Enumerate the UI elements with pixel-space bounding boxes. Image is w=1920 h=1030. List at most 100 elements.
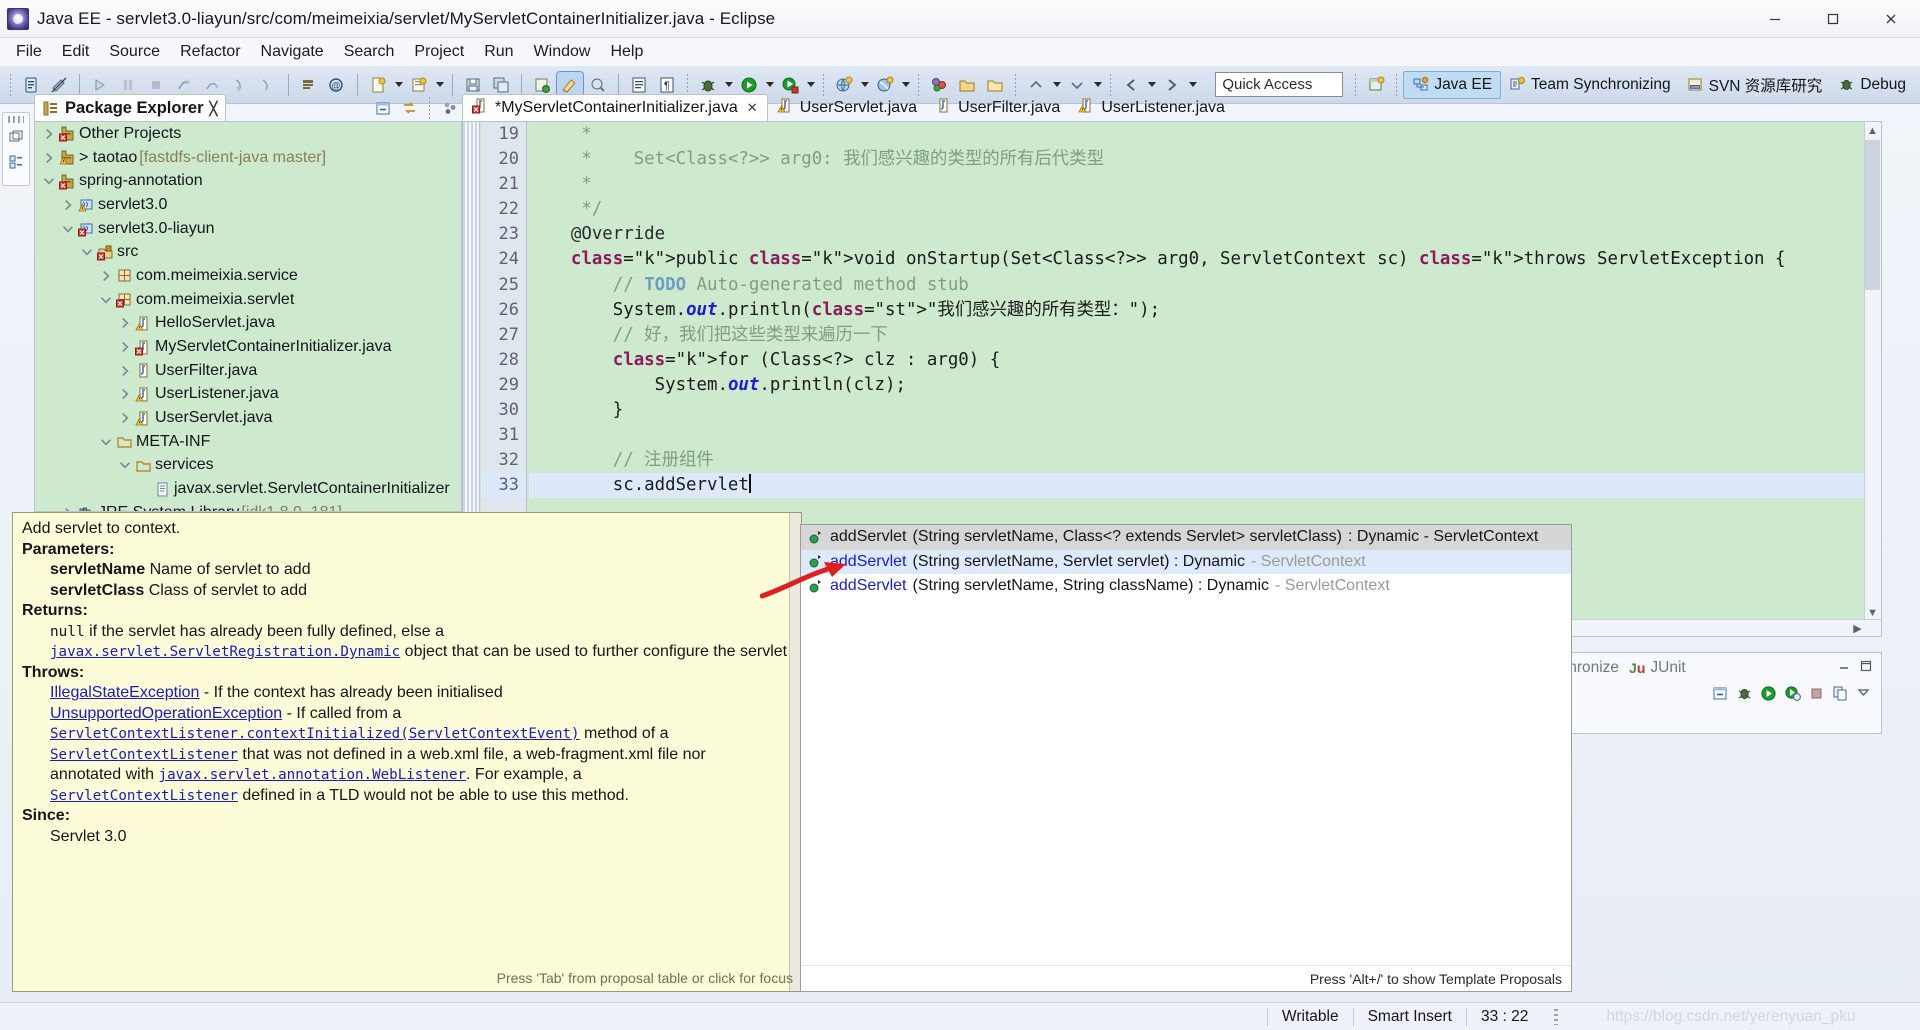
code-line[interactable]: @Override — [529, 222, 1881, 247]
copy-icon[interactable] — [1832, 685, 1849, 707]
javadoc-throws-body-link-1[interactable]: ServletContextListener.contextInitialize… — [50, 726, 580, 742]
chevron-right-icon[interactable] — [117, 410, 133, 426]
code-line[interactable]: // 好，我们把这些类型来遍历一下 — [529, 323, 1881, 348]
content-assist-popup[interactable]: addServlet (String servletName, Class<? e… — [800, 524, 1572, 992]
code-line[interactable]: } — [529, 398, 1881, 423]
chevron-right-icon[interactable] — [41, 126, 57, 142]
chevron-down-icon[interactable] — [41, 173, 57, 189]
restore-view-icon[interactable] — [8, 129, 24, 150]
menu-help[interactable]: Help — [600, 40, 653, 64]
minimize-button[interactable] — [1746, 0, 1804, 38]
chevron-down-icon[interactable] — [117, 457, 133, 473]
tree-item-other-projects[interactable]: Other Projects — [35, 122, 461, 146]
menu-search[interactable]: Search — [334, 40, 405, 64]
tree-item--taotao[interactable]: > taotao [fastdfs-client-java master] — [35, 146, 461, 170]
menu-refactor[interactable]: Refactor — [170, 40, 250, 64]
chevron-right-icon[interactable] — [117, 386, 133, 402]
chevron-down-icon[interactable] — [79, 244, 95, 260]
tree-item-spring-annotation[interactable]: spring-annotation — [35, 169, 461, 193]
chevron-right-icon[interactable] — [117, 363, 133, 379]
chevron-down-icon[interactable] — [98, 434, 114, 450]
tree-item-services[interactable]: services — [35, 454, 461, 478]
close-button[interactable] — [1862, 0, 1920, 38]
editor-vertical-scroll-thumb[interactable] — [1865, 140, 1880, 290]
javadoc-throws-body-link-3[interactable]: javax.servlet.annotation.WebListener — [159, 767, 467, 783]
menu-edit[interactable]: Edit — [52, 40, 100, 64]
tree-item-userservlet.java[interactable]: UserServlet.java — [35, 406, 461, 430]
status-drag-handle[interactable] — [1554, 1008, 1559, 1025]
javadoc-hover-panel[interactable]: Add servlet to context. Parameters: serv… — [12, 512, 802, 992]
code-line[interactable]: class="k">for (Class<?> clz : arg0) { — [529, 348, 1881, 373]
code-line[interactable]: * Set<Class<?>> arg0: 我们感兴趣的类型的所有后代类型 — [529, 147, 1881, 172]
chevron-down-icon[interactable] — [98, 292, 114, 308]
javadoc-throws-body-link-2[interactable]: ServletContextListener — [50, 747, 238, 763]
content-assist-item[interactable]: addServlet (String servletName, Class<? e… — [801, 525, 1571, 550]
close-tab-icon[interactable]: ✕ — [747, 100, 758, 116]
chevron-right-icon[interactable] — [41, 150, 57, 166]
tree-item-servlet3.0-liayun[interactable]: servlet3.0-liayun — [35, 217, 461, 241]
menu-source[interactable]: Source — [99, 40, 170, 64]
chevron-right-icon[interactable] — [60, 505, 76, 511]
editor-tab-userfilter.java[interactable]: UserFilter.java — [926, 94, 1069, 122]
editor-tab-userlistener.java[interactable]: UserListener.java — [1069, 94, 1234, 122]
tree-item-src[interactable]: src — [35, 240, 461, 264]
link-with-editor-icon[interactable] — [397, 97, 421, 119]
tree-item-helloservlet.java[interactable]: HelloServlet.java — [35, 312, 461, 336]
code-line[interactable]: class="k">public class="k">void onStartu… — [529, 247, 1881, 272]
menu-file[interactable]: File — [6, 40, 52, 64]
menu-run[interactable]: Run — [474, 40, 523, 64]
rail-drag-handle[interactable] — [8, 116, 24, 123]
tree-item-com.meimeixia.service[interactable]: com.meimeixia.service — [35, 264, 461, 288]
content-assist-item[interactable]: addServlet (String servletName, String cl… — [801, 574, 1571, 599]
tree-item-meta-inf[interactable]: META-INF — [35, 430, 461, 454]
view-menu-icon[interactable] — [438, 97, 462, 119]
collapse-all-icon[interactable] — [371, 97, 395, 119]
view-menu-icon[interactable] — [1856, 685, 1871, 707]
tree-item-userfilter.java[interactable]: UserFilter.java — [35, 359, 461, 383]
scroll-right-button[interactable]: ▶ — [1850, 621, 1865, 636]
scroll-down-button[interactable]: ▼ — [1865, 605, 1880, 620]
debug-icon[interactable] — [1736, 685, 1753, 707]
javadoc-throws-body-link-4[interactable]: ServletContextListener — [50, 788, 238, 804]
code-line[interactable]: // TODO Auto-generated method stub — [529, 273, 1881, 298]
maximize-button[interactable] — [1804, 0, 1862, 38]
javadoc-throws-link[interactable]: UnsupportedOperationException — [50, 705, 282, 722]
collapse-all-icon[interactable] — [1712, 685, 1729, 707]
tree-item-com.meimeixia.servlet[interactable]: com.meimeixia.servlet — [35, 288, 461, 312]
chevron-right-icon[interactable] — [117, 315, 133, 331]
code-line[interactable]: sc.addServlet — [529, 473, 1881, 499]
code-line[interactable] — [529, 423, 1881, 448]
maximize-view-icon[interactable] — [1859, 659, 1873, 678]
code-line[interactable]: */ — [529, 197, 1881, 222]
chevron-down-icon[interactable] — [60, 221, 76, 237]
code-line[interactable]: // 注册组件 — [529, 448, 1881, 473]
run-history-icon[interactable] — [1784, 685, 1801, 707]
minimize-view-icon[interactable] — [1837, 659, 1851, 678]
content-assist-list[interactable]: addServlet (String servletName, Class<? e… — [801, 525, 1571, 599]
chevron-right-icon[interactable] — [117, 339, 133, 355]
tree-item-jre-system-library[interactable]: JRE System Library [jdk1.8.0_181] — [35, 501, 461, 511]
scroll-up-button[interactable]: ▲ — [1865, 123, 1880, 138]
terminate-icon[interactable] — [1808, 685, 1825, 707]
menu-navigate[interactable]: Navigate — [251, 40, 334, 64]
editor-tab-userservlet.java[interactable]: UserServlet.java — [768, 94, 926, 122]
chevron-right-icon[interactable] — [98, 268, 114, 284]
tree-item-javax.servlet.servletcontainerinitializer[interactable]: javax.servlet.ServletContainerInitialize… — [35, 477, 461, 501]
package-explorer-rail-icon[interactable] — [8, 154, 24, 175]
javadoc-throws-link[interactable]: IllegalStateException — [50, 684, 199, 701]
menu-window[interactable]: Window — [524, 40, 601, 64]
editor-tab--myservletcontainerinitializer.java[interactable]: *MyServletContainerInitializer.java ✕ — [462, 94, 768, 122]
code-line[interactable]: * — [529, 122, 1881, 147]
tree-item-userlistener.java[interactable]: UserListener.java — [35, 383, 461, 407]
code-line[interactable]: System.out.println(clz); — [529, 373, 1881, 398]
code-line[interactable]: System.out.println(class="st">"我们感兴趣的所有类… — [529, 298, 1881, 323]
close-view-icon[interactable]: ╳ — [210, 101, 218, 117]
tree-item-servlet3.0[interactable]: servlet3.0 — [35, 193, 461, 217]
bottom-view-tab-junit[interactable]: Ju JUnit — [1629, 659, 1686, 677]
package-explorer-tab[interactable]: Package Explorer ╳ — [34, 94, 227, 122]
run-icon[interactable] — [1760, 685, 1777, 707]
editor-vertical-scrollbar[interactable]: ▲ ▼ — [1864, 122, 1881, 636]
package-explorer-tree[interactable]: Other Projects > taotao [fastdfs-client-j… — [34, 121, 462, 512]
menu-project[interactable]: Project — [404, 40, 474, 64]
javadoc-returns-link[interactable]: javax.servlet.ServletRegistration.Dynami… — [50, 644, 400, 660]
